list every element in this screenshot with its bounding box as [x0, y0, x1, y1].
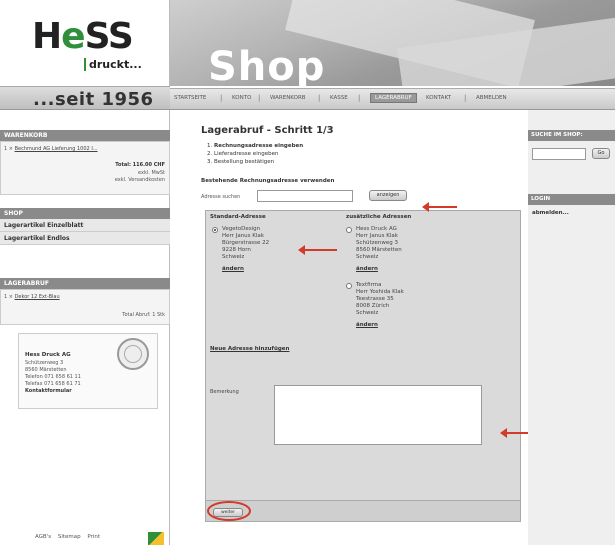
nav-abmelden[interactable]: ABMELDEN [476, 95, 507, 101]
additional-address-2-radio[interactable] [346, 283, 352, 289]
abruf-heading: LAGERABRUF [0, 278, 170, 289]
cart-tax-note: exkl. MwSt [138, 170, 165, 176]
nav-kasse[interactable]: KASSE [330, 95, 348, 101]
since-banner: ...seit 1956 [0, 86, 170, 110]
hess-logo[interactable]: HeSS druckt... [10, 8, 165, 86]
footer-agb-link[interactable]: AGB's [35, 534, 51, 540]
step-list: 1. Rechnungsadresse eingeben 2. Lieferad… [207, 142, 303, 166]
company-fax: Telefax 071 658 61 71 [25, 381, 81, 387]
additional-address-2: Textfirma Herr Yoshida Klak Teestrasse 3… [356, 282, 404, 316]
standard-address-heading: Standard-Adresse [210, 214, 266, 220]
additional-address-heading: zusätzliche Adressen [346, 214, 412, 220]
nav-warenkorb[interactable]: WARENKORB [270, 95, 306, 101]
company-street: Schützenweg 3 [25, 360, 64, 366]
annotation-arrow-standard [298, 245, 337, 255]
show-address-button[interactable]: anzeigen [369, 190, 407, 201]
shop-banner: Shop [170, 0, 615, 86]
top-nav: STARTSEITE | KONTO | WARENKORB | KASSE |… [170, 88, 615, 110]
shop-item-endlos[interactable]: Lagerartikel Endlos [0, 232, 170, 245]
additional-address-2-edit-link[interactable]: ändern [356, 322, 378, 328]
annotation-ellipse [207, 501, 251, 521]
cart-heading: WARENKORB [0, 130, 170, 141]
step-2: 2. Lieferadresse eingeben [207, 151, 279, 157]
left-sidebar: HeSS druckt... [0, 0, 170, 545]
footer-print-link[interactable]: Print [87, 534, 100, 540]
partner-badge-icon [148, 532, 164, 545]
shop-search-heading: SUCHE IM SHOP: [528, 130, 615, 141]
shop-heading: SHOP [0, 208, 170, 219]
nav-kontakt[interactable]: KONTAKT [426, 95, 451, 101]
seal-icon [117, 338, 149, 370]
shop-search-go-button[interactable]: Go [592, 148, 610, 159]
login-heading: LOGIN [528, 194, 615, 205]
address-search-input[interactable] [257, 190, 353, 202]
cart-box: 1 × Bechmund AG Lieferung 1002 I... Tota… [0, 141, 170, 195]
shop-search-input[interactable] [532, 148, 586, 160]
nav-lagerabruf[interactable]: LAGERABRUF [370, 93, 417, 103]
remarks-textarea[interactable] [274, 385, 482, 445]
company-box: Hess Druck AG Schützenweg 3 8560 Märstet… [18, 333, 158, 409]
contact-form-link[interactable]: Kontaktformular [25, 388, 81, 395]
company-city: 8560 Märstetten [25, 367, 67, 373]
standard-address-edit-link[interactable]: ändern [222, 266, 244, 272]
page-title: Lagerabruf - Schritt 1/3 [201, 125, 334, 136]
submit-bar [205, 500, 521, 522]
nav-startseite[interactable]: STARTSEITE [174, 95, 206, 101]
banner-title: Shop [208, 44, 326, 86]
abruf-item-link[interactable]: Dekor 12 Ext-Blau [15, 294, 60, 300]
logo-tagline: druckt... [84, 58, 142, 71]
right-sidebar: SUCHE IM SHOP: Go LOGIN abmelden... [528, 110, 615, 545]
address-form-box: Standard-Adresse zusätzliche Adressen Ve… [205, 210, 521, 510]
logout-link[interactable]: abmelden... [532, 210, 569, 216]
cart-shipping-note: exkl. Versandkosten [114, 177, 165, 183]
standard-address-radio[interactable] [212, 227, 218, 233]
step-1: 1. Rechnungsadresse eingeben [207, 143, 304, 149]
main-content: Lagerabruf - Schritt 1/3 1. Rechnungsadr… [171, 110, 541, 545]
company-name: Hess Druck AG [25, 352, 71, 358]
search-label: Adresse suchen [201, 194, 241, 200]
company-phone: Telefon 071 658 61 11 [25, 374, 81, 380]
cart-item-link[interactable]: Bechmund AG Lieferung 1002 I... [15, 146, 98, 152]
abruf-box: 1 × Dekor 12 Ext-Blau Total Abruf: 1 Stk [0, 289, 170, 325]
additional-address-1: Hess Druck AG Herr Janus Klak Schützenwe… [356, 226, 402, 260]
remarks-label: Bemerkung [210, 389, 239, 395]
footer-sitemap-link[interactable]: Sitemap [58, 534, 81, 540]
step-3: 3. Bestellung bestätigen [207, 159, 275, 165]
nav-konto[interactable]: KONTO [232, 95, 251, 101]
cart-total: Total: 116.00 CHF [115, 162, 165, 168]
additional-address-1-radio[interactable] [346, 227, 352, 233]
add-new-address-link[interactable]: Neue Adresse hinzufügen [210, 346, 289, 352]
logo-wordmark: HeSS [32, 16, 134, 57]
shop-item-einzelblatt[interactable]: Lagerartikel Einzelblatt [0, 219, 170, 232]
annotation-arrow-search [422, 202, 457, 212]
standard-address: VegetoDesign Herr Janus Klak Bürgerstras… [222, 226, 270, 260]
existing-address-label: Bestehende Rechnungsadresse verwenden [201, 178, 335, 184]
additional-address-1-edit-link[interactable]: ändern [356, 266, 378, 272]
abruf-total: Total Abruf: 1 Stk [122, 312, 165, 318]
